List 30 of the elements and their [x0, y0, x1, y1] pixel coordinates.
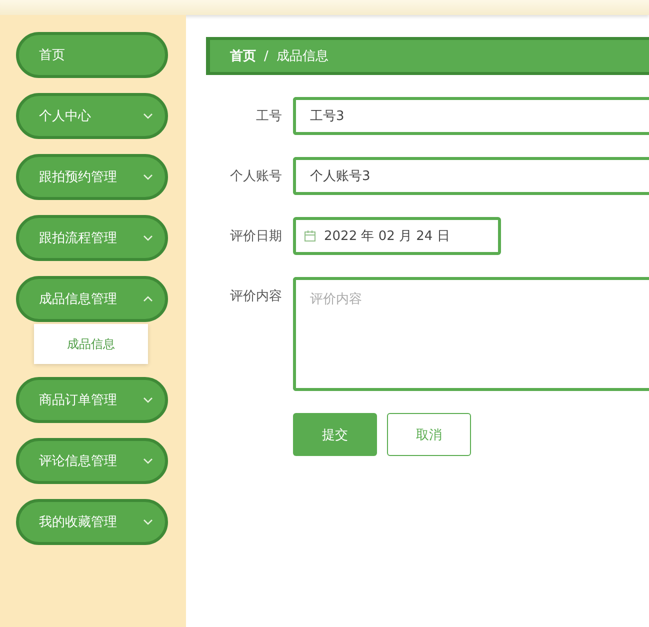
- chevron-icon: [143, 458, 153, 464]
- breadcrumb-separator: /: [264, 48, 268, 64]
- input-field[interactable]: 个人账号3: [293, 157, 649, 195]
- submit-button[interactable]: 提交: [293, 413, 377, 456]
- text-area[interactable]: 评价内容: [293, 277, 649, 391]
- field-label: 评价日期: [229, 228, 283, 245]
- date-field[interactable]: 2022 年 02 月 24 日: [293, 217, 501, 255]
- menu-item[interactable]: 成品信息管理: [16, 276, 168, 322]
- menu-item[interactable]: 个人中心: [16, 93, 168, 139]
- chevron-icon: [143, 519, 153, 525]
- chevron-icon: [143, 113, 153, 119]
- menu-item[interactable]: 跟拍流程管理: [16, 215, 168, 261]
- chevron-icon: [143, 235, 153, 241]
- menu-item[interactable]: 跟拍预约管理: [16, 154, 168, 200]
- chevron-icon: [143, 296, 153, 302]
- breadcrumb-link[interactable]: 首页: [230, 47, 256, 65]
- menu-item[interactable]: 商品订单管理: [16, 377, 168, 423]
- menu-item[interactable]: 首页: [16, 32, 168, 78]
- menu-item[interactable]: 评论信息管理: [16, 438, 168, 484]
- submenu-item[interactable]: 成品信息: [34, 324, 148, 364]
- breadcrumb-link[interactable]: 成品信息: [276, 47, 328, 65]
- cancel-button[interactable]: 取消: [387, 413, 471, 456]
- calendar-icon: [304, 230, 316, 242]
- menu-item[interactable]: 我的收藏管理: [16, 499, 168, 545]
- chevron-icon: [143, 174, 153, 180]
- input-field[interactable]: 工号3: [293, 97, 649, 135]
- chevron-icon: [143, 397, 153, 403]
- field-label: 工号: [255, 108, 283, 125]
- field-label: 个人账号: [229, 168, 283, 185]
- field-label: 评价内容: [229, 288, 283, 305]
